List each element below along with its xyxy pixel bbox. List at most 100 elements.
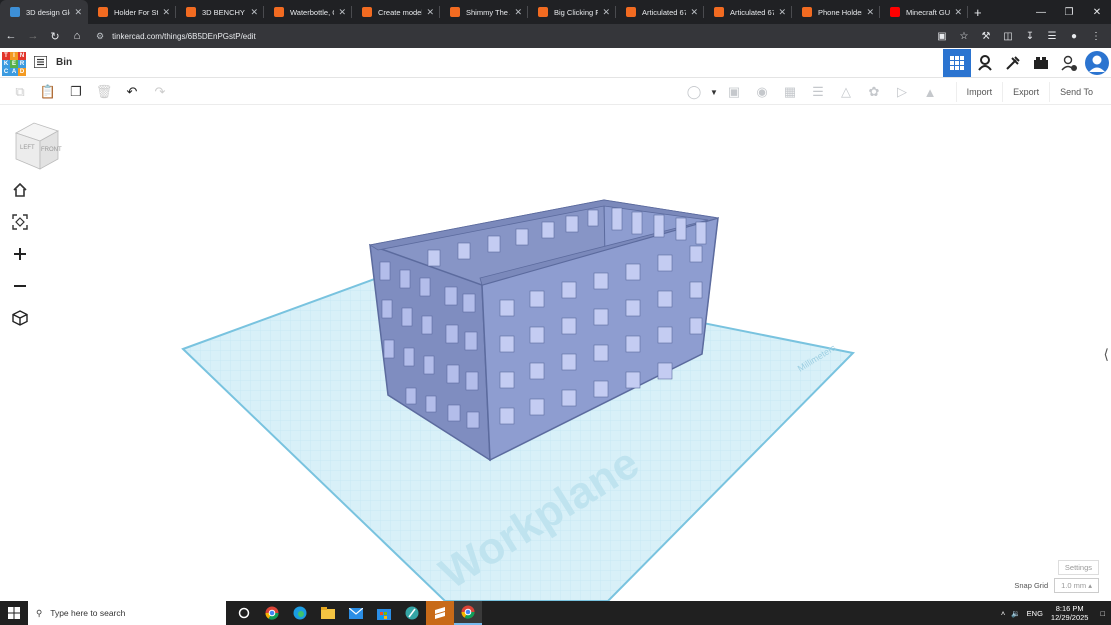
browser-tab[interactable]: Articulated 67 ✕ — [704, 0, 792, 24]
tab-close-icon[interactable]: ✕ — [954, 7, 962, 18]
bricks-icon[interactable] — [999, 49, 1027, 77]
browser-tab[interactable]: Create model | ✕ — [352, 0, 440, 24]
flip-icon[interactable]: ▷ — [888, 83, 916, 101]
send-to-button[interactable]: Send To — [1049, 82, 1103, 102]
tab-close-icon[interactable]: ✕ — [602, 7, 610, 18]
cortana-icon[interactable] — [230, 601, 258, 625]
feather-app-icon[interactable] — [398, 601, 426, 625]
tab-close-icon[interactable]: ✕ — [74, 7, 82, 18]
zoom-out-button[interactable] — [8, 274, 32, 298]
mail-icon[interactable] — [342, 601, 370, 625]
copy-icon[interactable]: ⧉ — [6, 83, 34, 101]
user-avatar-icon[interactable] — [1083, 49, 1111, 77]
home-icon[interactable]: ⌂ — [66, 30, 88, 42]
start-button[interactable] — [0, 601, 28, 625]
restore-icon[interactable]: ❐ — [1055, 0, 1083, 24]
volume-icon[interactable]: 🔉 — [1011, 609, 1020, 618]
split-view-icon[interactable]: ◫ — [997, 31, 1019, 42]
edge-icon[interactable] — [286, 601, 314, 625]
tab-title: Shimmy The A — [466, 7, 511, 17]
ortho-view-button[interactable] — [8, 306, 32, 330]
chrome-icon[interactable] — [258, 601, 286, 625]
tab-close-icon[interactable]: ✕ — [514, 7, 522, 18]
browser-tab[interactable]: 3D BENCHY by ✕ — [176, 0, 264, 24]
browser-tab[interactable]: Articulated 67 ✕ — [616, 0, 704, 24]
duplicate-icon[interactable]: ❐ — [62, 83, 90, 101]
store-icon[interactable] — [370, 601, 398, 625]
browser-tab[interactable]: Waterbottle, C ✕ — [264, 0, 352, 24]
browser-menu-icon[interactable]: ⋮ — [1085, 31, 1107, 42]
browser-tab[interactable]: Holder For Stuf✕ — [88, 0, 176, 24]
tinkercad-logo[interactable]: TINKERCAD — [2, 52, 26, 76]
url-field[interactable]: ⚙ tinkercad.com/things/6B5DEnPGstP/edit — [96, 31, 256, 42]
youtube-icon — [890, 7, 900, 17]
workplane-icon[interactable]: ▲ — [916, 83, 944, 101]
cast-icon[interactable]: ▣ — [931, 31, 953, 42]
design-menu-icon[interactable] — [34, 56, 47, 68]
chrome-active-icon[interactable] — [454, 601, 482, 625]
note-icon[interactable]: ▣ — [720, 83, 748, 101]
browser-tab[interactable]: Minecraft GUE ✕ — [880, 0, 968, 24]
browser-tab[interactable]: 3D design Glo ✕ — [0, 0, 88, 24]
tab-title: Minecraft GUE — [906, 7, 951, 17]
back-icon[interactable]: ← — [0, 30, 22, 42]
forward-icon[interactable]: → — [22, 30, 44, 42]
file-explorer-icon[interactable] — [314, 601, 342, 625]
reload-icon[interactable]: ↻ — [44, 30, 66, 43]
home-view-button[interactable] — [8, 178, 32, 202]
tab-close-icon[interactable]: ✕ — [250, 7, 258, 18]
site-info-icon[interactable]: ⚙ — [96, 31, 104, 42]
redo-icon[interactable]: ↷ — [146, 83, 174, 101]
3d-workspace[interactable]: Workplane Millimeters LEFT FRONT ⟨ Setti… — [0, 106, 1111, 601]
profile-avatar[interactable]: ● — [1063, 31, 1085, 42]
download-icon[interactable]: ↧ — [1019, 31, 1041, 42]
chevron-down-icon[interactable]: ▼ — [708, 83, 720, 101]
settings-button[interactable]: Settings — [1057, 560, 1099, 575]
3d-view-grid-icon[interactable] — [943, 49, 971, 77]
tab-close-icon[interactable]: ✕ — [426, 7, 434, 18]
group-icon[interactable]: ◉ — [748, 83, 776, 101]
delete-icon[interactable]: 🗑 — [90, 83, 118, 101]
undo-icon[interactable]: ↶ — [118, 83, 146, 101]
sublime-icon[interactable] — [426, 601, 454, 625]
minimize-icon[interactable]: — — [1027, 0, 1055, 24]
bookmark-star-icon[interactable]: ☆ — [953, 31, 975, 42]
view-cube[interactable]: LEFT FRONT — [12, 121, 62, 171]
tab-close-icon[interactable]: ✕ — [162, 7, 170, 18]
tab-close-icon[interactable]: ✕ — [338, 7, 346, 18]
new-tab-button[interactable]: + — [974, 5, 982, 20]
zoom-in-button[interactable] — [8, 242, 32, 266]
extensions-icon[interactable]: ⚒ — [975, 31, 997, 42]
cruise-icon[interactable]: ✿ — [860, 83, 888, 101]
browser-tab[interactable]: Phone Holder ✕ — [792, 0, 880, 24]
media-icon[interactable]: ☰ — [1041, 31, 1063, 42]
sim-lab-icon[interactable] — [1027, 49, 1055, 77]
export-button[interactable]: Export — [1002, 82, 1049, 102]
blocks-icon[interactable] — [971, 49, 999, 77]
clock[interactable]: 8:16 PM 12/29/2025 — [1051, 604, 1089, 622]
instructables-icon — [98, 7, 108, 17]
notification-icon[interactable]: □ — [1100, 609, 1105, 618]
light-bulb-icon[interactable]: ◯ — [680, 83, 708, 101]
collapse-panel-icon[interactable]: ⟨ — [1104, 346, 1109, 363]
add-user-icon[interactable] — [1055, 49, 1083, 77]
chevron-up-icon[interactable]: ˄ — [1001, 609, 1005, 618]
taskbar-search[interactable]: ⚲ Type here to search — [28, 601, 226, 625]
browser-tab[interactable]: Big Clicking Fi ✕ — [528, 0, 616, 24]
paste-icon[interactable]: 📋 — [34, 83, 62, 101]
close-window-icon[interactable]: ✕ — [1083, 0, 1111, 24]
snap-grid-select[interactable]: 1.0 mm ▴ — [1054, 578, 1099, 593]
tab-close-icon[interactable]: ✕ — [866, 7, 874, 18]
fit-view-button[interactable] — [8, 210, 32, 234]
ungroup-icon[interactable]: ▦ — [776, 83, 804, 101]
tab-close-icon[interactable]: ✕ — [778, 7, 786, 18]
mirror-icon[interactable]: △ — [832, 83, 860, 101]
tab-close-icon[interactable]: ✕ — [690, 7, 698, 18]
design-title[interactable]: Bin — [56, 57, 72, 68]
browser-tab[interactable]: Shimmy The A ✕ — [440, 0, 528, 24]
edit-tools-left: ⧉ 📋 ❐ 🗑 ↶ ↷ — [6, 83, 174, 101]
import-button[interactable]: Import — [955, 82, 1003, 102]
align-icon[interactable]: ☰ — [804, 83, 832, 101]
language-indicator[interactable]: ENG — [1027, 609, 1043, 618]
tab-title: Big Clicking Fi — [554, 7, 599, 17]
